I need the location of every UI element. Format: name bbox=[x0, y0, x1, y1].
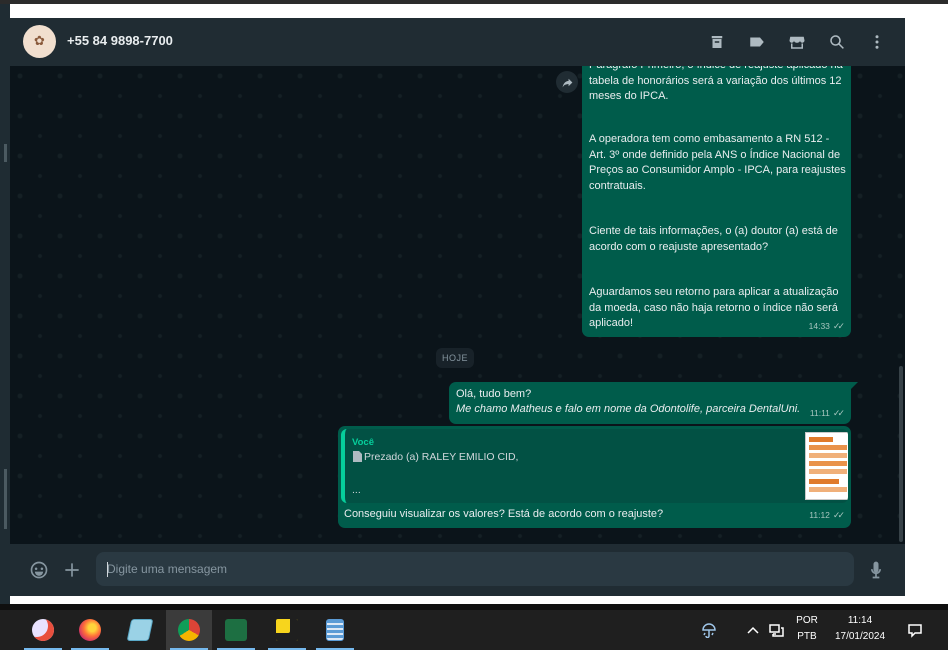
gutter-marker bbox=[4, 469, 7, 529]
date-divider: HOJE bbox=[436, 348, 474, 368]
avatar[interactable]: ✿ bbox=[23, 25, 56, 58]
excel-glyph bbox=[225, 619, 247, 641]
partial-app-icon[interactable] bbox=[0, 610, 6, 650]
paint-icon[interactable] bbox=[20, 610, 66, 650]
message-bubble-outgoing[interactable]: Você Prezado (a) RALEY EMILIO CID, ... C… bbox=[338, 426, 851, 528]
scrollbar[interactable] bbox=[899, 366, 903, 542]
message-time: 11:11 bbox=[809, 407, 830, 418]
left-window-gutter bbox=[0, 4, 10, 604]
firefox-icon[interactable] bbox=[67, 610, 113, 650]
chat-header: ✿ +55 84 9898-7700 bbox=[10, 18, 905, 66]
firefox-glyph bbox=[79, 619, 101, 641]
bubble-tail bbox=[851, 382, 858, 389]
message-composer bbox=[10, 544, 905, 596]
thumbnail-row bbox=[809, 445, 847, 450]
quoted-message[interactable]: Você Prezado (a) RALEY EMILIO CID, ... bbox=[341, 429, 848, 503]
message-list[interactable]: Parágrafo Primeiro, o índice de reajuste… bbox=[10, 66, 905, 544]
clock-time: 11:14 bbox=[847, 615, 873, 626]
delete-icon[interactable] bbox=[705, 30, 729, 54]
language-indicator[interactable]: POR PTB bbox=[793, 613, 821, 645]
avatar-logo: ✿ bbox=[34, 34, 45, 49]
quote-ellipsis: ... bbox=[352, 484, 361, 496]
thumbnail-row bbox=[809, 437, 833, 442]
top-window-edge bbox=[0, 0, 948, 4]
thumbnail-row bbox=[809, 453, 847, 458]
message-time: 14:33 bbox=[808, 320, 830, 331]
text-caret bbox=[107, 562, 108, 577]
calculator-glyph bbox=[326, 619, 344, 641]
forward-icon[interactable] bbox=[556, 71, 578, 93]
notepad-glyph bbox=[126, 619, 154, 641]
quote-text: Prezado (a) RALEY EMILIO CID, bbox=[364, 451, 519, 463]
read-receipt-icon: ✓✓ bbox=[832, 509, 845, 520]
read-receipt-icon: ✓✓ bbox=[832, 407, 845, 418]
message-text: Me chamo Matheus e falo em nome da Odont… bbox=[456, 403, 801, 415]
sticky-notes-icon[interactable] bbox=[264, 610, 310, 650]
chrome-glyph bbox=[178, 619, 200, 641]
message-text: Conseguiu visualizar os valores? Está de… bbox=[344, 508, 664, 520]
thumbnail-row bbox=[809, 469, 847, 474]
keyboard-layout: PTB bbox=[797, 631, 817, 642]
message-bubble-outgoing[interactable]: Olá, tudo bem? Me chamo Matheus e falo e… bbox=[449, 382, 851, 424]
document-icon bbox=[352, 451, 362, 462]
chevron-up-icon[interactable] bbox=[743, 620, 763, 640]
attach-plus-icon[interactable] bbox=[60, 558, 84, 582]
message-meta: 14:33 ✓✓ bbox=[809, 319, 845, 335]
chrome-icon[interactable] bbox=[166, 610, 212, 650]
gutter-marker bbox=[4, 144, 7, 162]
menu-icon[interactable] bbox=[865, 30, 889, 54]
weather-icon[interactable] bbox=[699, 620, 719, 640]
clock-date: 17/01/2024 bbox=[834, 631, 886, 642]
read-receipt-icon: ✓✓ bbox=[832, 320, 845, 331]
language-code: POR bbox=[796, 615, 818, 626]
sticky-notes-glyph bbox=[276, 619, 298, 641]
whatsapp-window: ✿ +55 84 9898-7700 tabela de honorários … bbox=[10, 18, 905, 596]
catalog-icon[interactable] bbox=[785, 30, 809, 54]
message-paragraph: A operadora tem como embasamento a RN 51… bbox=[589, 133, 846, 192]
search-icon[interactable] bbox=[825, 30, 849, 54]
thumbnail-row bbox=[809, 487, 847, 492]
message-meta: 11:12 ✓✓ bbox=[809, 508, 845, 524]
emoji-icon[interactable] bbox=[27, 558, 51, 582]
notepad-icon[interactable] bbox=[117, 610, 163, 650]
message-paragraph: Parágrafo Primeiro, o índice de reajuste… bbox=[589, 66, 843, 102]
paint-glyph bbox=[32, 619, 54, 641]
system-clock[interactable]: 11:14 17/01/2024 bbox=[827, 613, 893, 645]
calculator-icon[interactable] bbox=[312, 610, 358, 650]
label-icon[interactable] bbox=[745, 30, 769, 54]
contact-name[interactable]: +55 84 9898-7700 bbox=[67, 33, 173, 48]
microphone-icon[interactable] bbox=[864, 558, 888, 582]
message-meta: 11:11 ✓✓ bbox=[810, 406, 845, 422]
thumbnail-row bbox=[809, 479, 839, 484]
desktop-screen: ✿ +55 84 9898-7700 tabela de honorários … bbox=[0, 0, 948, 650]
quote-author: Você bbox=[352, 437, 375, 448]
message-text: Olá, tudo bem? bbox=[456, 388, 532, 400]
network-icon[interactable] bbox=[766, 620, 786, 640]
message-time: 11:12 bbox=[809, 509, 830, 520]
thumbnail-row bbox=[809, 461, 847, 466]
message-paragraph: Ciente de tais informações, o (a) doutor… bbox=[589, 225, 838, 253]
notifications-icon[interactable] bbox=[905, 620, 925, 640]
document-thumbnail bbox=[805, 432, 848, 500]
message-input[interactable] bbox=[96, 552, 854, 586]
message-bubble-outgoing[interactable]: Parágrafo Primeiro, o índice de reajuste… bbox=[582, 66, 851, 337]
excel-icon[interactable] bbox=[213, 610, 259, 650]
desktop-background bbox=[905, 4, 948, 604]
